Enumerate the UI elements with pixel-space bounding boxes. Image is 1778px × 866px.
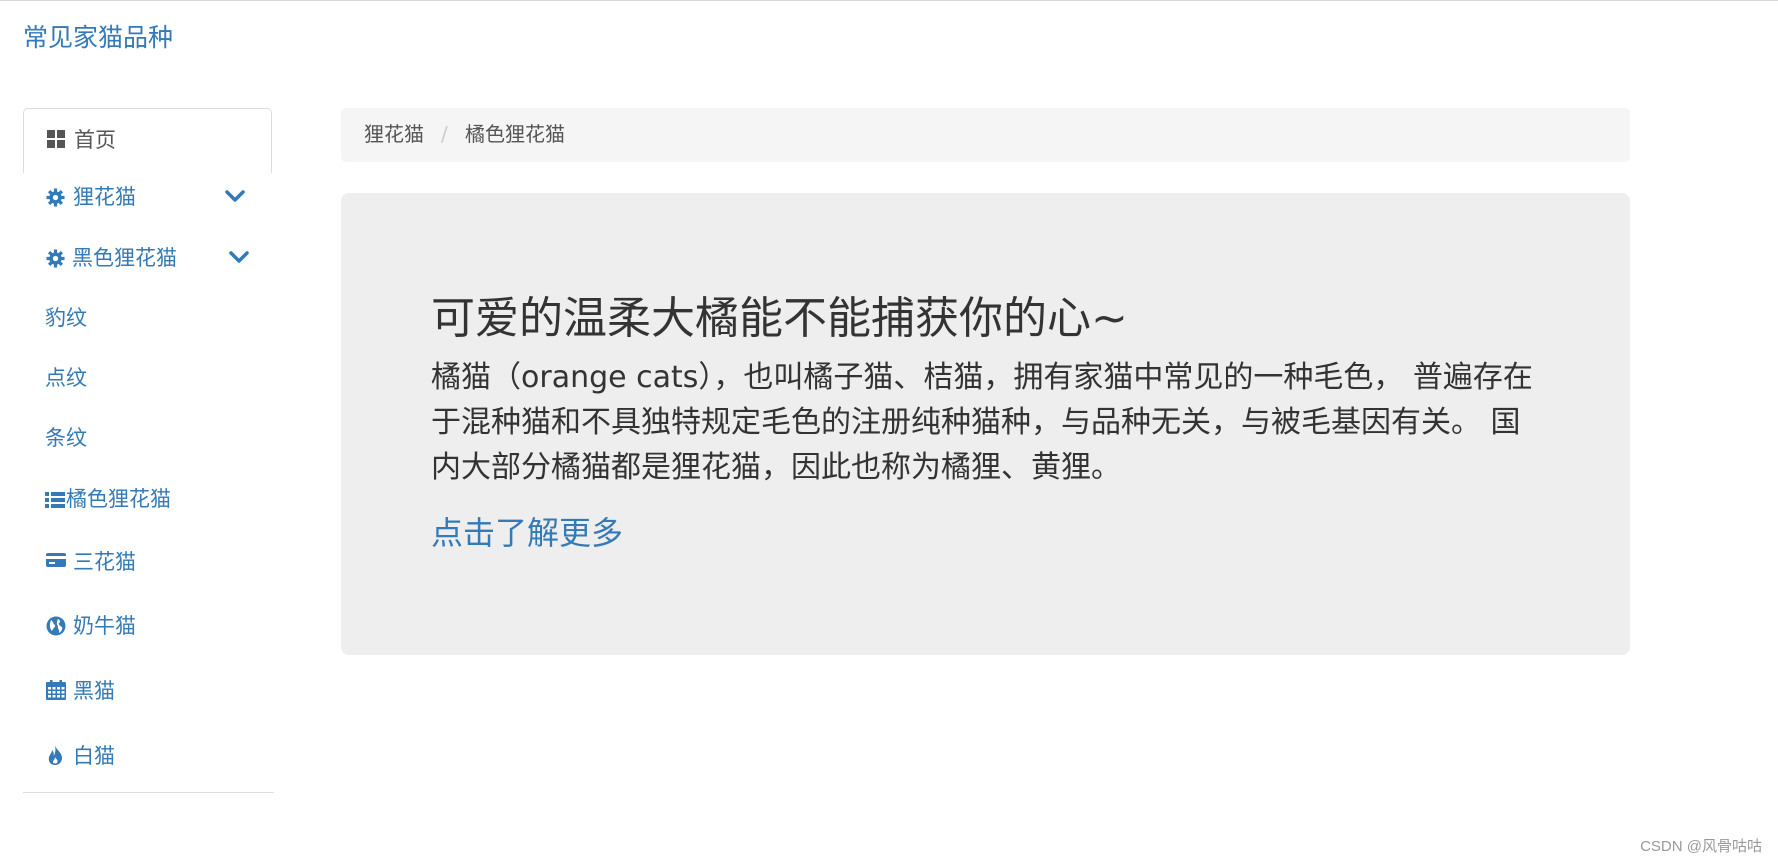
sidebar-item-label: 豹纹 — [45, 306, 87, 330]
chevron-down-icon[interactable] — [229, 249, 249, 268]
breadcrumb-separator: / — [441, 122, 448, 146]
jumbotron: 可爱的温柔大橘能不能捕获你的心~ 橘猫（orange cats），也叫橘子猫、桔… — [341, 193, 1630, 655]
sidebar-item-label: 黑猫 — [73, 679, 115, 703]
gear-icon — [46, 188, 65, 211]
sidebar-item-black-lihua[interactable]: 黑色狸花猫 — [23, 239, 274, 279]
fire-icon — [47, 745, 65, 770]
sidebar-item-lihua[interactable]: 狸花猫 — [23, 178, 274, 218]
top-divider — [0, 0, 1778, 1]
sidebar-item-striped[interactable]: 条纹 — [23, 419, 274, 459]
sidebar-item-spotted[interactable]: 点纹 — [23, 359, 274, 399]
sidebar-item-calico[interactable]: 三花猫 — [23, 543, 274, 583]
sidebar-item-label: 狸花猫 — [73, 185, 136, 209]
sidebar-item-label: 奶牛猫 — [73, 614, 136, 638]
sidebar-home-tab[interactable]: 首页 — [23, 108, 272, 173]
sidebar-item-label: 条纹 — [45, 426, 87, 450]
sidebar-item-black[interactable]: 黑猫 — [23, 672, 274, 712]
sidebar-divider — [23, 792, 274, 793]
sidebar-item-leopard[interactable]: 豹纹 — [23, 299, 274, 339]
sidebar-item-white[interactable]: 白猫 — [23, 737, 274, 777]
calendar-icon — [46, 680, 66, 704]
jumbotron-description: 橘猫（orange cats），也叫橘子猫、桔猫，拥有家猫中常见的一种毛色， 普… — [431, 360, 1533, 485]
grid-icon — [47, 130, 65, 152]
navbar-brand[interactable]: 常见家猫品种 — [23, 22, 173, 54]
sidebar-item-label: 白猫 — [73, 744, 115, 768]
watermark: CSDN @风骨咕咕 — [1640, 838, 1762, 855]
gear-icon — [46, 249, 65, 272]
sidebar-item-label: 点纹 — [45, 366, 87, 390]
breadcrumb-item-lihua[interactable]: 狸花猫 — [364, 120, 424, 148]
credit-card-icon — [46, 552, 66, 572]
sidebar-home-label: 首页 — [74, 128, 116, 152]
sidebar-item-tuxedo[interactable]: 奶牛猫 — [23, 607, 274, 647]
sidebar-item-label: 橘色狸花猫 — [66, 487, 171, 511]
breadcrumb: 狸花猫 / 橘色狸花猫 — [341, 108, 1630, 162]
chevron-down-icon[interactable] — [225, 188, 245, 207]
globe-icon — [46, 616, 66, 640]
learn-more-link[interactable]: 点击了解更多 — [431, 511, 623, 555]
sidebar-item-orange-lihua[interactable]: 橘色狸花猫 — [23, 480, 274, 520]
jumbotron-title: 可爱的温柔大橘能不能捕获你的心~ — [431, 293, 1128, 344]
list-icon — [45, 491, 65, 513]
sidebar-item-label: 黑色狸花猫 — [72, 246, 177, 270]
sidebar: 首页 狸花猫 黑色狸花猫 豹纹 点纹 条纹 橘色狸花猫 三花猫 奶牛猫 黑猫 白… — [23, 108, 274, 793]
breadcrumb-item-current: 橘色狸花猫 — [465, 122, 565, 146]
sidebar-item-label: 三花猫 — [73, 550, 136, 574]
